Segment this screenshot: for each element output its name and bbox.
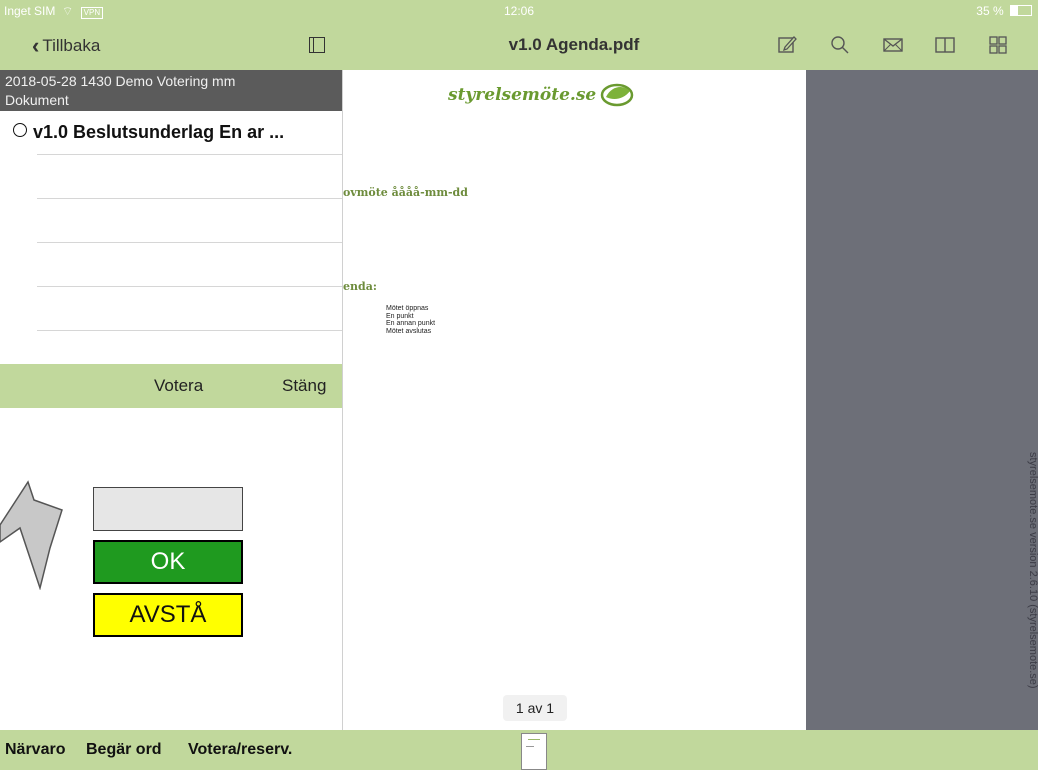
pointer-arrow-icon xyxy=(0,480,63,590)
pdf-page[interactable]: styrelsemöte.se ovmöte åååå-mm-dd enda: … xyxy=(343,70,805,730)
list-item: Mötet avslutas xyxy=(386,327,432,335)
annotate-icon[interactable] xyxy=(776,34,798,56)
divider xyxy=(37,198,342,199)
mail-icon[interactable] xyxy=(882,34,904,56)
document-title: v1.0 Agenda.pdf xyxy=(508,35,640,54)
pdf-agenda-list: Mötet öppnas En punkt En annan punkt Möt… xyxy=(386,305,435,335)
abstain-button[interactable]: AVSTÅ xyxy=(93,593,243,637)
agenda-item[interactable]: v1.0 Beslutsunderlag En ar ... xyxy=(13,122,284,143)
pdf-heading: ovmöte åååå-mm-dd xyxy=(343,186,468,199)
bottom-actions: Närvaro Begär ord Votera/reserv. xyxy=(0,730,342,770)
agenda-item-title: v1.0 Beslutsunderlag En ar ... xyxy=(33,122,285,142)
divider xyxy=(37,286,342,287)
divider xyxy=(37,330,342,331)
vote-button[interactable]: Votera xyxy=(154,376,203,396)
page-indicator: 1 av 1 xyxy=(503,695,567,721)
version-text: styrelsemote.se version 2.6.10 (styrelse… xyxy=(1027,452,1038,689)
divider xyxy=(37,154,342,155)
meeting-header: 2018-05-28 1430 Demo Votering mm Dokumen… xyxy=(0,70,342,111)
book-icon[interactable] xyxy=(934,34,956,56)
battery-icon xyxy=(1010,5,1032,16)
status-bar: Inget SIM ⌔ VPN 12:06 35 % xyxy=(0,0,1038,22)
nav-bar: ‹ Tillbaka v1.0 Agenda.pdf xyxy=(0,22,1038,70)
meeting-title: 2018-05-28 1430 Demo Votering mm xyxy=(5,73,236,89)
list-item: En annan punkt xyxy=(386,320,436,327)
close-button[interactable]: Stäng xyxy=(282,376,326,396)
back-label: Tillbaka xyxy=(42,36,101,55)
back-button[interactable]: ‹ Tillbaka xyxy=(32,33,101,58)
gray-panel xyxy=(806,70,1038,730)
list-item: Mötet öppnas xyxy=(386,305,429,312)
meeting-subtitle: Dokument xyxy=(5,92,69,108)
clock: 12:06 xyxy=(503,4,535,18)
divider xyxy=(37,242,342,243)
attendance-button[interactable]: Närvaro xyxy=(5,741,65,759)
bottom-bar: Närvaro Begär ord Votera/reserv. xyxy=(0,730,1038,770)
list-item: En punkt xyxy=(386,312,414,320)
grid-icon[interactable] xyxy=(987,34,1009,56)
sidebar-toggle-icon[interactable] xyxy=(309,37,325,53)
battery-fill xyxy=(1011,6,1018,15)
vote-bar: Votera Stäng xyxy=(0,364,342,408)
request-word-button[interactable]: Begär ord xyxy=(86,741,162,759)
pdf-agenda-label: enda: xyxy=(343,280,377,293)
search-icon[interactable] xyxy=(829,34,851,56)
page-thumbnail[interactable] xyxy=(521,733,547,770)
blank-vote-button[interactable] xyxy=(93,487,243,531)
status-circle-icon xyxy=(13,123,27,137)
vote-reserve-button[interactable]: Votera/reserv. xyxy=(188,741,292,759)
battery-percent: 35 % xyxy=(976,4,1004,18)
logo: styrelsemöte.se xyxy=(448,83,634,107)
logo-text: styrelsemöte.se xyxy=(448,85,597,105)
leaf-logo-icon xyxy=(600,83,634,107)
battery-info: 35 % xyxy=(976,4,1032,18)
ok-button[interactable]: OK xyxy=(93,540,243,584)
chevron-left-icon: ‹ xyxy=(32,33,40,58)
